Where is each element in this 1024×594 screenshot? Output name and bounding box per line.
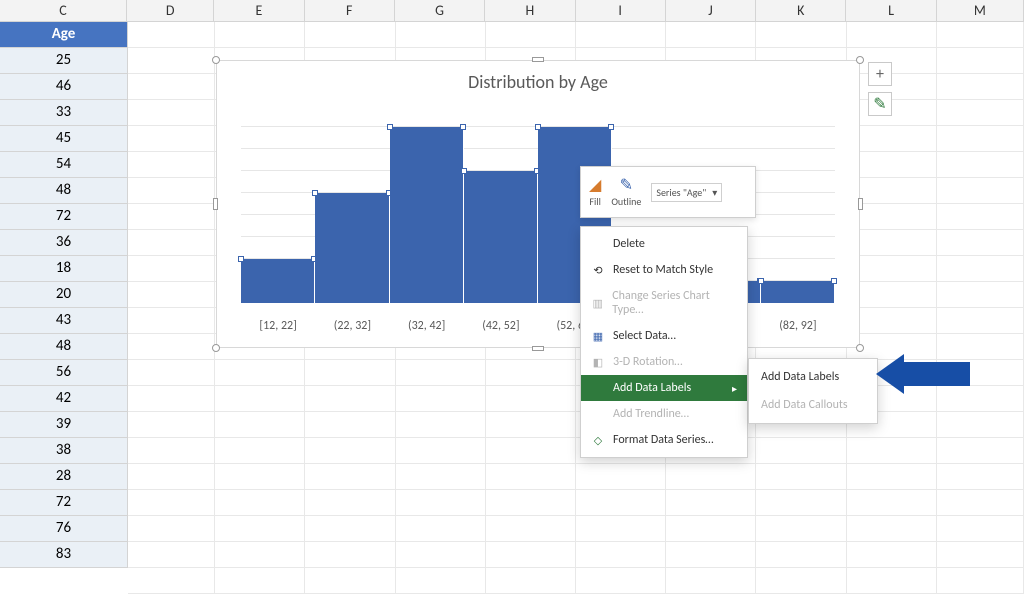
format-icon: ◇	[591, 434, 605, 447]
chart-side-buttons: + ✎	[868, 62, 892, 116]
menu-3d-rotation: ◧3-D Rotation…	[581, 349, 747, 375]
x-axis-label: (82, 92]	[761, 319, 835, 333]
menu-format-data-series[interactable]: ◇Format Data Series…	[581, 427, 747, 453]
data-cell[interactable]: 18	[0, 256, 128, 282]
submenu-add-data-labels: Add Data Labels Add Data Callouts	[748, 358, 878, 424]
series-selector[interactable]: Series "Age" ▾	[651, 183, 722, 202]
fill-label: Fill	[589, 195, 600, 208]
column-header-row: C D E F G H I J K L M	[0, 0, 1024, 22]
col-header-f[interactable]: F	[305, 0, 395, 21]
submenu-item-add-data-callouts: Add Data Callouts	[749, 391, 877, 419]
context-menu: Delete ⟲Reset to Match Style ▥Change Ser…	[580, 226, 748, 458]
annotation-arrow	[900, 362, 970, 386]
data-cell[interactable]: 33	[0, 100, 128, 126]
data-cell[interactable]: 48	[0, 334, 128, 360]
data-cell[interactable]: 38	[0, 438, 128, 464]
menu-reset-style[interactable]: ⟲Reset to Match Style	[581, 257, 747, 283]
cube-icon: ◧	[591, 356, 605, 369]
col-header-c[interactable]: C	[0, 0, 127, 21]
data-cell[interactable]: 36	[0, 230, 128, 256]
histogram-bar[interactable]	[390, 127, 464, 303]
data-cell[interactable]: 72	[0, 490, 128, 516]
histogram-bar[interactable]	[315, 193, 389, 303]
data-cell[interactable]: 42	[0, 386, 128, 412]
resize-handle[interactable]	[212, 344, 220, 352]
data-column-c: Age2546334554487236182043485642393828727…	[0, 22, 128, 568]
data-cell[interactable]: 28	[0, 464, 128, 490]
x-axis-label: [12, 22]	[241, 319, 315, 333]
col-header-i[interactable]: I	[576, 0, 666, 21]
menu-change-chart-type: ▥Change Series Chart Type…	[581, 283, 747, 323]
chart-object[interactable]: Distribution by Age [12, 22](22, 32](32,…	[216, 60, 860, 348]
data-cell[interactable]: 46	[0, 74, 128, 100]
chevron-right-icon: ▸	[732, 382, 737, 395]
reset-icon: ⟲	[591, 264, 605, 277]
col-header-d[interactable]: D	[127, 0, 214, 21]
chart-elements-button[interactable]: +	[868, 62, 892, 86]
mini-toolbar: ◢ Fill ✎ Outline Series "Age" ▾	[580, 166, 756, 218]
paint-bucket-icon: ◢	[589, 177, 601, 195]
menu-select-data[interactable]: ▦Select Data…	[581, 323, 747, 349]
histogram-bar[interactable]	[761, 281, 835, 303]
pencil-icon: ✎	[620, 177, 633, 195]
col-header-g[interactable]: G	[395, 0, 485, 21]
col-header-e[interactable]: E	[214, 0, 304, 21]
data-cell[interactable]: 43	[0, 308, 128, 334]
chart-styles-button[interactable]: ✎	[868, 92, 892, 116]
resize-handle[interactable]	[532, 57, 544, 62]
menu-add-trendline: Add Trendline…	[581, 401, 747, 427]
resize-handle[interactable]	[856, 56, 864, 64]
data-cell[interactable]: 54	[0, 152, 128, 178]
data-cell[interactable]: 72	[0, 204, 128, 230]
submenu-item-add-data-labels[interactable]: Add Data Labels	[749, 363, 877, 391]
outline-label: Outline	[611, 195, 641, 208]
col-header-j[interactable]: J	[666, 0, 756, 21]
x-axis-label: (32, 42]	[390, 319, 464, 333]
resize-handle[interactable]	[212, 56, 220, 64]
histogram-bar[interactable]	[464, 171, 538, 303]
data-header-cell[interactable]: Age	[0, 22, 128, 48]
resize-handle[interactable]	[858, 198, 863, 210]
col-header-k[interactable]: K	[756, 0, 846, 21]
data-cell[interactable]: 56	[0, 360, 128, 386]
chart-title[interactable]: Distribution by Age	[217, 61, 859, 99]
data-cell[interactable]: 20	[0, 282, 128, 308]
menu-delete[interactable]: Delete	[581, 231, 747, 257]
outline-button[interactable]: ✎ Outline	[611, 177, 641, 208]
data-cell[interactable]: 39	[0, 412, 128, 438]
x-axis-label: (42, 52]	[464, 319, 538, 333]
data-cell[interactable]: 76	[0, 516, 128, 542]
plus-icon: +	[876, 65, 884, 84]
menu-add-data-labels[interactable]: Add Data Labels▸	[581, 375, 747, 401]
histogram-bar[interactable]	[241, 259, 315, 303]
select-data-icon: ▦	[591, 330, 605, 343]
series-selector-label: Series "Age"	[656, 186, 706, 199]
data-cell[interactable]: 25	[0, 48, 128, 74]
data-cell[interactable]: 48	[0, 178, 128, 204]
chart-icon: ▥	[591, 297, 604, 310]
resize-handle[interactable]	[532, 346, 544, 351]
data-cell[interactable]: 45	[0, 126, 128, 152]
chevron-down-icon: ▾	[712, 186, 717, 199]
resize-handle[interactable]	[213, 198, 218, 210]
brush-icon: ✎	[873, 94, 886, 114]
col-header-m[interactable]: M	[937, 0, 1024, 21]
data-cell[interactable]: 83	[0, 542, 128, 568]
col-header-l[interactable]: L	[846, 0, 936, 21]
resize-handle[interactable]	[856, 344, 864, 352]
x-axis-label: (22, 32]	[315, 319, 389, 333]
fill-button[interactable]: ◢ Fill	[589, 177, 601, 208]
col-header-h[interactable]: H	[485, 0, 575, 21]
